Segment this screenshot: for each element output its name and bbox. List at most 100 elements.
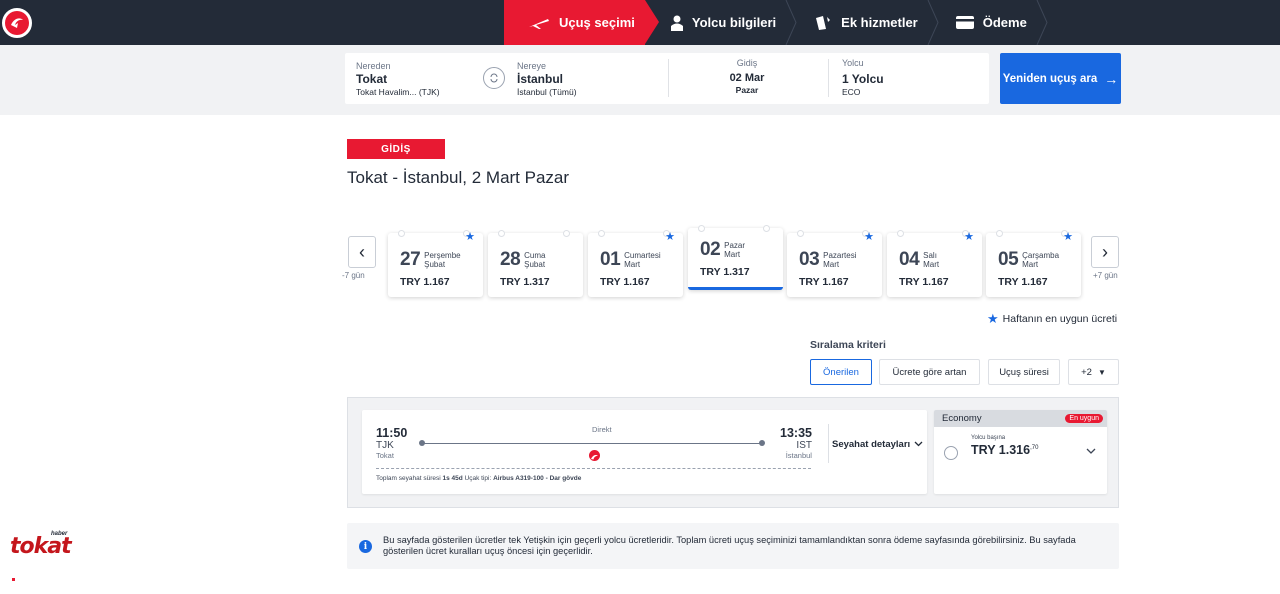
origin-field[interactable]: Nereden Tokat Tokat Havalim... (TJK) (356, 61, 440, 97)
star-icon: ★ (987, 311, 999, 326)
date-value: 02 Mar (729, 72, 765, 84)
destination-field[interactable]: Nereye İstanbul İstanbul (Tümü) (517, 61, 577, 97)
divider (668, 59, 669, 97)
flight-result: 11:50 TJK Tokat Direkt 13:35 IST İstanbu… (347, 397, 1119, 508)
date-card[interactable]: ★ 01 Cumartesi Mart TRY 1.167 (588, 230, 683, 297)
route-end-dot (759, 440, 765, 446)
date-month: Mart (823, 260, 840, 269)
date-card[interactable]: ★ 27 Perşembe Şubat TRY 1.167 (388, 230, 483, 297)
destination-airport: İstanbul (Tümü) (517, 87, 577, 97)
fare-price-main: TRY 1.316 (971, 443, 1031, 457)
flight-card[interactable]: 11:50 TJK Tokat Direkt 13:35 IST İstanbu… (362, 410, 927, 494)
watermark-dot (12, 578, 15, 581)
watermark-logo: tokat (10, 534, 72, 559)
step-label: Ödeme (982, 15, 1027, 30)
step-payment[interactable]: Ödeme (934, 0, 1048, 45)
date-weekday: Cumartesi (624, 251, 661, 260)
fare-radio[interactable] (944, 446, 958, 460)
chevron-down-icon (914, 439, 923, 450)
sort-label: Önerilen (823, 366, 859, 378)
arrival-city: İstanbul (785, 451, 812, 460)
date-day: 01 (600, 249, 621, 270)
date-month: Mart (624, 260, 641, 269)
date-card[interactable]: ★ 04 Salı Mart TRY 1.167 (887, 230, 982, 297)
date-month: Mart (1022, 260, 1039, 269)
date-day: 04 (899, 249, 920, 270)
step-extra-services[interactable]: Ek hizmetler (792, 0, 939, 45)
star-icon: ★ (465, 231, 475, 243)
departure-date-field[interactable]: Gidiş 02 Mar Pazar (701, 58, 793, 95)
route-line (422, 443, 762, 444)
sort-price-button[interactable]: Ücrete göre artan (879, 359, 980, 385)
departure-info: 11:50 TJK Tokat (376, 426, 407, 460)
date-weekday: Perşembe (424, 251, 461, 260)
departure-code: TJK (376, 440, 394, 451)
next-week-button[interactable]: › (1091, 236, 1119, 268)
date-day: 27 (400, 249, 421, 270)
aircraft-label: Uçak tipi: (464, 475, 492, 482)
booking-steps: Uçuş seçimi Yolcu bilgileri Ek hizmetler… (504, 0, 1048, 45)
date-day: 05 (998, 249, 1019, 270)
star-icon: ★ (1063, 231, 1073, 243)
direct-label: Direkt (592, 425, 612, 434)
total-duration-value: 1s 45d (442, 475, 463, 482)
destination-city: İstanbul (517, 72, 564, 86)
date-month: Mart (923, 260, 940, 269)
chevron-down-icon[interactable] (1086, 446, 1096, 457)
date-card[interactable]: ★ 03 Pazartesi Mart TRY 1.167 (787, 230, 882, 297)
sort-title: Sıralama kriteri (810, 339, 886, 351)
cheapest-badge: En uygun (1065, 414, 1103, 423)
previous-week-button[interactable]: ‹ (348, 236, 376, 268)
star-icon: ★ (665, 231, 675, 243)
search-summary-card[interactable]: Nereden Tokat Tokat Havalim... (TJK) Ner… (345, 53, 989, 104)
outbound-badge: GİDİŞ (347, 139, 445, 159)
flight-footer: Toplam seyahat süresi 1s 45d Uçak tipi: … (376, 475, 581, 482)
person-icon (670, 15, 683, 31)
departure-time: 11:50 (376, 426, 408, 440)
per-passenger-label: Yolcu başına (971, 435, 1006, 441)
passenger-label: Yolcu (842, 58, 864, 68)
step-label: Ek hizmetler (841, 15, 918, 30)
origin-city: Tokat (356, 72, 388, 86)
economy-fare-card[interactable]: Economy En uygun Yolcu başına TRY 1.316,… (934, 410, 1107, 494)
date-card[interactable]: ★ 05 Çarşamba Mart TRY 1.167 (986, 230, 1081, 297)
passenger-field[interactable]: Yolcu 1 Yolcu ECO (842, 58, 884, 97)
turkish-airlines-logo-icon[interactable] (2, 8, 32, 38)
cabin-class: ECO (842, 87, 861, 97)
fare-info-notice: i Bu sayfada gösterilen ücretler tek Yet… (347, 523, 1119, 569)
airline-logo-icon (589, 450, 600, 461)
date-card-selected[interactable]: 02 Pazar Mart TRY 1.317 (688, 225, 783, 290)
sort-label: +2 (1081, 366, 1092, 378)
step-label: Yolcu bilgileri (691, 15, 777, 30)
step-flight-selection[interactable]: Uçuş seçimi (504, 0, 659, 45)
date-card[interactable]: 28 Cuma Şubat TRY 1.317 (488, 230, 583, 297)
date-price: TRY 1.317 (700, 266, 750, 278)
date-weekday: Salı (923, 251, 937, 260)
swap-route-icon[interactable] (483, 67, 505, 89)
travel-details-button[interactable]: Seyahat detayları (832, 439, 923, 450)
date-day: 02 (700, 239, 721, 260)
details-label: Seyahat detayları (832, 439, 911, 450)
sort-duration-button[interactable]: Uçuş süresi (988, 359, 1060, 385)
date-month: Şubat (424, 260, 446, 269)
credit-card-icon (955, 16, 974, 29)
date-weekday: Pazar (724, 241, 746, 250)
sort-more-button[interactable]: +2 ▼ (1068, 359, 1119, 385)
top-navigation-bar: Uçuş seçimi Yolcu bilgileri Ek hizmetler… (0, 0, 1280, 45)
date-weekday: Çarşamba (1022, 251, 1060, 260)
arrival-code: IST (796, 440, 812, 451)
search-again-button[interactable]: Yeniden uçuş ara → (1000, 53, 1121, 104)
sort-label: Ücrete göre artan (892, 366, 967, 378)
next-week-label: +7 gün (1093, 271, 1118, 280)
date-weekday: Cuma (524, 251, 546, 260)
step-passenger-info[interactable]: Yolcu bilgileri (645, 0, 797, 45)
date-price: TRY 1.167 (400, 276, 450, 288)
sort-recommended-button[interactable]: Önerilen (810, 359, 872, 385)
date-day: 03 (799, 249, 820, 270)
date-weekday: Pazartesi (823, 251, 857, 260)
search-summary-bar: Nereden Tokat Tokat Havalim... (TJK) Ner… (0, 45, 1280, 115)
fare-price-cents: ,70 (1030, 444, 1039, 451)
fare-price: TRY 1.316,70 (971, 443, 1038, 457)
extra-services-icon (814, 15, 832, 31)
legend-label: Haftanın en uygun ücreti (1002, 313, 1118, 325)
